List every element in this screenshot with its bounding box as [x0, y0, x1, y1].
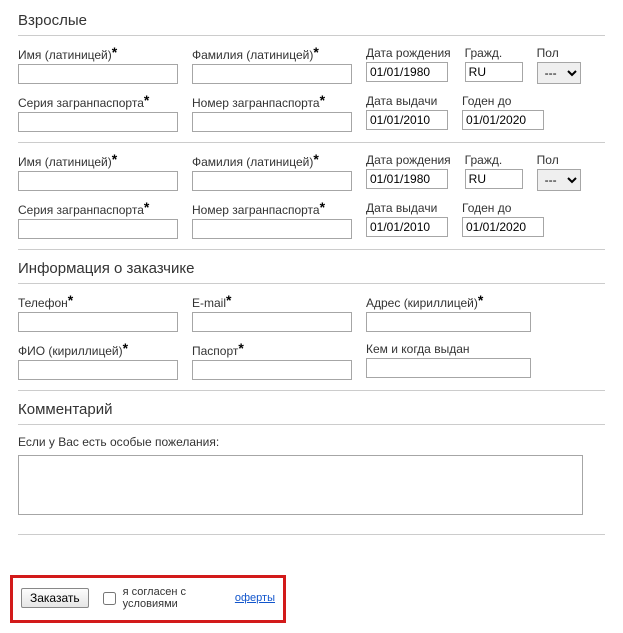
adult-row-2-top: Имя (латиницей)* Фамилия (латиницей)* Да…	[18, 153, 605, 191]
issue-date-label: Дата выдачи	[366, 201, 448, 215]
passport-number-label: Номер загранпаспорта*	[192, 201, 352, 217]
issue-date-input[interactable]	[366, 217, 448, 237]
passport-number-input[interactable]	[192, 112, 352, 132]
address-label: Адрес (кириллицей)*	[366, 294, 531, 310]
comment-hint: Если у Вас есть особые пожелания:	[18, 435, 605, 449]
dob-input[interactable]	[366, 62, 448, 82]
first-name-label: Имя (латиницей)*	[18, 46, 178, 62]
divider	[18, 142, 605, 143]
nationality-input[interactable]	[465, 62, 523, 82]
last-name-input[interactable]	[192, 171, 352, 191]
gender-select[interactable]: ---	[537, 169, 581, 191]
divider	[18, 283, 605, 284]
adult-row-2-bottom: Серия загранпаспорта* Номер загранпаспор…	[18, 201, 605, 239]
fio-input[interactable]	[18, 360, 178, 380]
dob-label: Дата рождения	[366, 153, 451, 167]
passport-series-input[interactable]	[18, 112, 178, 132]
customer-row-2: ФИО (кириллицей)* Паспорт* Кем и когда в…	[18, 342, 605, 380]
gender-label: Пол	[537, 153, 581, 167]
email-input[interactable]	[192, 312, 352, 332]
nationality-label: Гражд.	[465, 153, 523, 167]
passport-series-label: Серия загранпаспорта*	[18, 201, 178, 217]
divider	[18, 35, 605, 36]
valid-until-input[interactable]	[462, 110, 544, 130]
valid-until-input[interactable]	[462, 217, 544, 237]
order-button[interactable]: Заказать	[21, 588, 89, 608]
divider	[18, 424, 605, 425]
passport-label: Паспорт*	[192, 342, 352, 358]
divider	[18, 249, 605, 250]
passport-input[interactable]	[192, 360, 352, 380]
passport-series-label: Серия загранпаспорта*	[18, 94, 178, 110]
order-highlight-box: Заказать я согласен с условиями оферты	[10, 575, 286, 623]
phone-input[interactable]	[18, 312, 178, 332]
adult-row-1-bottom: Серия загранпаспорта* Номер загранпаспор…	[18, 94, 605, 132]
comment-textarea[interactable]	[18, 455, 583, 515]
email-label: E-mail*	[192, 294, 352, 310]
passport-number-input[interactable]	[192, 219, 352, 239]
divider	[18, 390, 605, 391]
fio-label: ФИО (кириллицей)*	[18, 342, 178, 358]
gender-select[interactable]: ---	[537, 62, 581, 84]
adult-row-1-top: Имя (латиницей)* Фамилия (латиницей)* Да…	[18, 46, 605, 84]
phone-label: Телефон*	[18, 294, 178, 310]
last-name-label: Фамилия (латиницей)*	[192, 153, 352, 169]
customer-row-1: Телефон* E-mail* Адрес (кириллицей)*	[18, 294, 605, 332]
valid-until-label: Годен до	[462, 94, 544, 108]
address-input[interactable]	[366, 312, 531, 332]
comment-section-title: Комментарий	[18, 401, 605, 418]
nationality-label: Гражд.	[465, 46, 523, 60]
dob-label: Дата рождения	[366, 46, 451, 60]
adults-section-title: Взрослые	[18, 12, 605, 29]
valid-until-label: Годен до	[462, 201, 544, 215]
issue-date-label: Дата выдачи	[366, 94, 448, 108]
nationality-input[interactable]	[465, 169, 523, 189]
first-name-label: Имя (латиницей)*	[18, 153, 178, 169]
last-name-input[interactable]	[192, 64, 352, 84]
dob-input[interactable]	[366, 169, 448, 189]
customer-section-title: Информация о заказчике	[18, 260, 605, 277]
agree-checkbox[interactable]	[103, 592, 116, 605]
issued-by-input[interactable]	[366, 358, 531, 378]
offer-link[interactable]: оферты	[235, 592, 275, 604]
first-name-input[interactable]	[18, 171, 178, 191]
first-name-input[interactable]	[18, 64, 178, 84]
issue-date-input[interactable]	[366, 110, 448, 130]
gender-label: Пол	[537, 46, 581, 60]
last-name-label: Фамилия (латиницей)*	[192, 46, 352, 62]
passport-series-input[interactable]	[18, 219, 178, 239]
passport-number-label: Номер загранпаспорта*	[192, 94, 352, 110]
divider	[18, 534, 605, 535]
issued-by-label: Кем и когда выдан	[366, 342, 531, 356]
